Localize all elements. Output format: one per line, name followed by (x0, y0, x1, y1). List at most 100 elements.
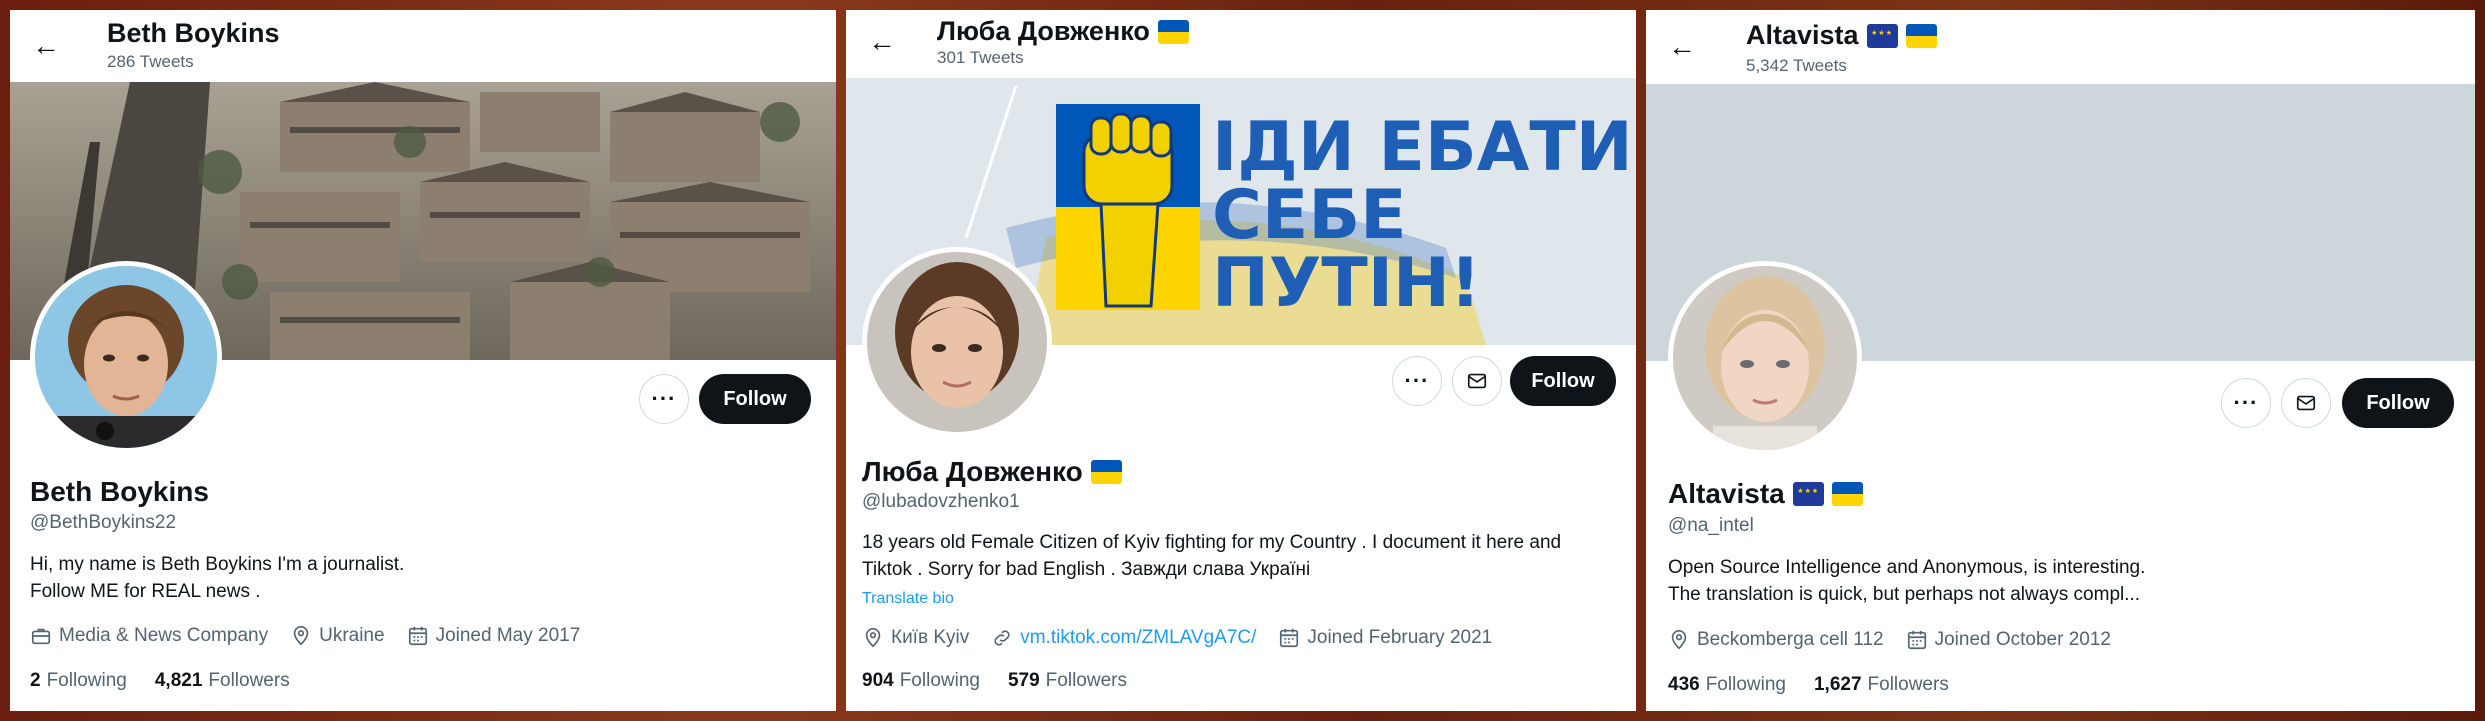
banner-line-3: ПУТІН! (1212, 244, 1481, 323)
message-button[interactable] (1452, 356, 1502, 406)
profile-meta: Київ Kyiv vm.tiktok.com/ZMLAVgA7C/ Joine… (862, 627, 1492, 649)
user-handle: @na_intel (1668, 515, 1754, 536)
profile-avatar[interactable] (30, 261, 222, 453)
bio-line: 18 years old Female Citizen of Kyiv figh… (862, 532, 1562, 553)
following-link[interactable]: 904 Following (862, 670, 980, 692)
follow-stats: 2 Following 4,821 Followers (30, 670, 290, 692)
following-count: 436 (1668, 674, 1700, 695)
header-tweet-count: 5,342 Tweets (1746, 56, 1847, 75)
followers-label: Followers (1867, 674, 1949, 695)
header-tweet-count: 301 Tweets (937, 48, 1024, 67)
profile-panel-altavista: ← Altavista 5,342 Tweets ··· Follow Alta… (1646, 10, 2475, 711)
display-name: Люба Довженко (862, 456, 1122, 488)
following-link[interactable]: 436 Following (1668, 674, 1786, 696)
follow-button[interactable]: Follow (2342, 378, 2454, 428)
profile-bio: Hi, my name is Beth Boykins I'm a journa… (30, 551, 404, 605)
more-options-button[interactable]: ··· (639, 374, 689, 424)
meta-link[interactable]: vm.tiktok.com/ZMLAVgA7C/ (991, 627, 1256, 649)
followers-link[interactable]: 4,821 Followers (155, 670, 290, 692)
profile-meta: Beckomberga cell 112 Joined October 2012 (1668, 629, 2111, 651)
bio-line: Open Source Intelligence and Anonymous, … (1668, 557, 2146, 578)
profile-link[interactable]: vm.tiktok.com/ZMLAVgA7C/ (1020, 627, 1256, 649)
profile-header-bar: ← Beth Boykins 286 Tweets (10, 10, 836, 82)
profile-panel-beth: ← Beth Boykins 286 Tweets ··· Follow Bet… (10, 10, 836, 711)
ukraine-flag-icon (1905, 23, 1937, 48)
ukraine-flag-icon (1090, 460, 1122, 484)
follow-stats: 904 Following 579 Followers (862, 670, 1127, 692)
profile-meta: Media & News Company Ukraine Joined May … (30, 625, 580, 647)
calendar-icon (1907, 630, 1926, 650)
header-tweet-count: 286 Tweets (107, 52, 194, 71)
followers-link[interactable]: 579 Followers (1008, 670, 1127, 692)
back-arrow-icon[interactable]: ← (28, 28, 64, 64)
followers-count: 1,627 (1813, 674, 1862, 695)
more-options-button[interactable]: ··· (2221, 378, 2271, 428)
display-name: Beth Boykins (30, 476, 209, 507)
avatar-photo (1673, 266, 1857, 450)
meta-joined: Joined May 2017 (407, 625, 581, 647)
category-text: Media & News Company (59, 625, 269, 646)
follow-stats: 436 Following 1,627 Followers (1668, 674, 1949, 696)
following-label: Following (899, 670, 980, 691)
followers-label: Followers (208, 670, 290, 691)
more-horizontal-icon: ··· (651, 386, 677, 411)
meta-location: Ukraine (290, 625, 385, 647)
meta-location: Київ Kyiv (862, 627, 969, 649)
calendar-icon (408, 626, 427, 646)
profile-bio: 18 years old Female Citizen of Kyiv figh… (862, 529, 1561, 583)
following-link[interactable]: 2 Following (30, 670, 127, 692)
follow-button[interactable]: Follow (699, 374, 811, 424)
bio-line: Follow ME for REAL news . (30, 581, 261, 602)
eu-flag-icon (1792, 482, 1824, 506)
ukraine-flag-icon (1831, 482, 1863, 506)
followers-count: 579 (1007, 670, 1040, 691)
location-pin-icon (1671, 630, 1687, 650)
envelope-icon (2296, 395, 2316, 411)
location-pin-icon (293, 626, 309, 646)
ukraine-flag-icon (1157, 19, 1189, 44)
eu-flag-icon (1866, 23, 1898, 48)
location-text: Beckomberga cell 112 (1697, 629, 1884, 650)
joined-text: Joined February 2021 (1307, 627, 1493, 648)
following-label: Following (1705, 674, 1786, 695)
header-name: Altavista (1746, 20, 1937, 51)
briefcase-icon (31, 628, 51, 645)
follow-button[interactable]: Follow (1510, 356, 1616, 406)
location-pin-icon (865, 628, 881, 648)
meta-category: Media & News Company (30, 625, 268, 647)
meta-joined: Joined February 2021 (1278, 627, 1492, 649)
display-name: Altavista (1668, 478, 1863, 510)
bio-line: Tiktok . Sorry for bad English . Завжди … (862, 559, 1311, 580)
following-label: Following (46, 670, 127, 691)
joined-text: Joined October 2012 (1934, 629, 2111, 650)
profile-avatar[interactable] (1668, 261, 1862, 455)
back-arrow-icon[interactable]: ← (1664, 29, 1700, 65)
meta-joined: Joined October 2012 (1906, 629, 2111, 651)
back-arrow-icon[interactable]: ← (864, 24, 900, 60)
user-handle: @lubadovzhenko1 (862, 491, 1020, 512)
followers-label: Followers (1045, 670, 1127, 691)
message-button[interactable] (2281, 378, 2331, 428)
profile-header-bar: ← Люба Довженко 301 Tweets (846, 10, 1636, 78)
profile-header-bar: ← Altavista 5,342 Tweets (1646, 10, 2475, 84)
profile-avatar[interactable] (862, 247, 1052, 437)
translate-bio-link[interactable]: Translate bio (862, 590, 954, 608)
header-name: Люба Довженко (937, 16, 1189, 47)
followers-link[interactable]: 1,627 Followers (1814, 674, 1949, 696)
location-text: Київ Kyiv (891, 627, 970, 648)
calendar-icon (1280, 628, 1299, 648)
user-handle: @BethBoykins22 (30, 512, 177, 533)
location-text: Ukraine (319, 625, 385, 646)
avatar-photo (867, 252, 1047, 432)
header-name: Beth Boykins (107, 18, 280, 48)
joined-text: Joined May 2017 (435, 625, 581, 646)
more-options-button[interactable]: ··· (1392, 356, 1442, 406)
following-count: 904 (862, 670, 894, 691)
bio-line: Hi, my name is Beth Boykins I'm a journa… (30, 554, 405, 575)
meta-location: Beckomberga cell 112 (1668, 629, 1884, 651)
link-icon (994, 630, 1010, 646)
following-count: 2 (30, 670, 41, 691)
bio-line: The translation is quick, but perhaps no… (1668, 584, 2141, 605)
more-horizontal-icon: ··· (1404, 368, 1430, 393)
more-horizontal-icon: ··· (2233, 390, 2259, 415)
